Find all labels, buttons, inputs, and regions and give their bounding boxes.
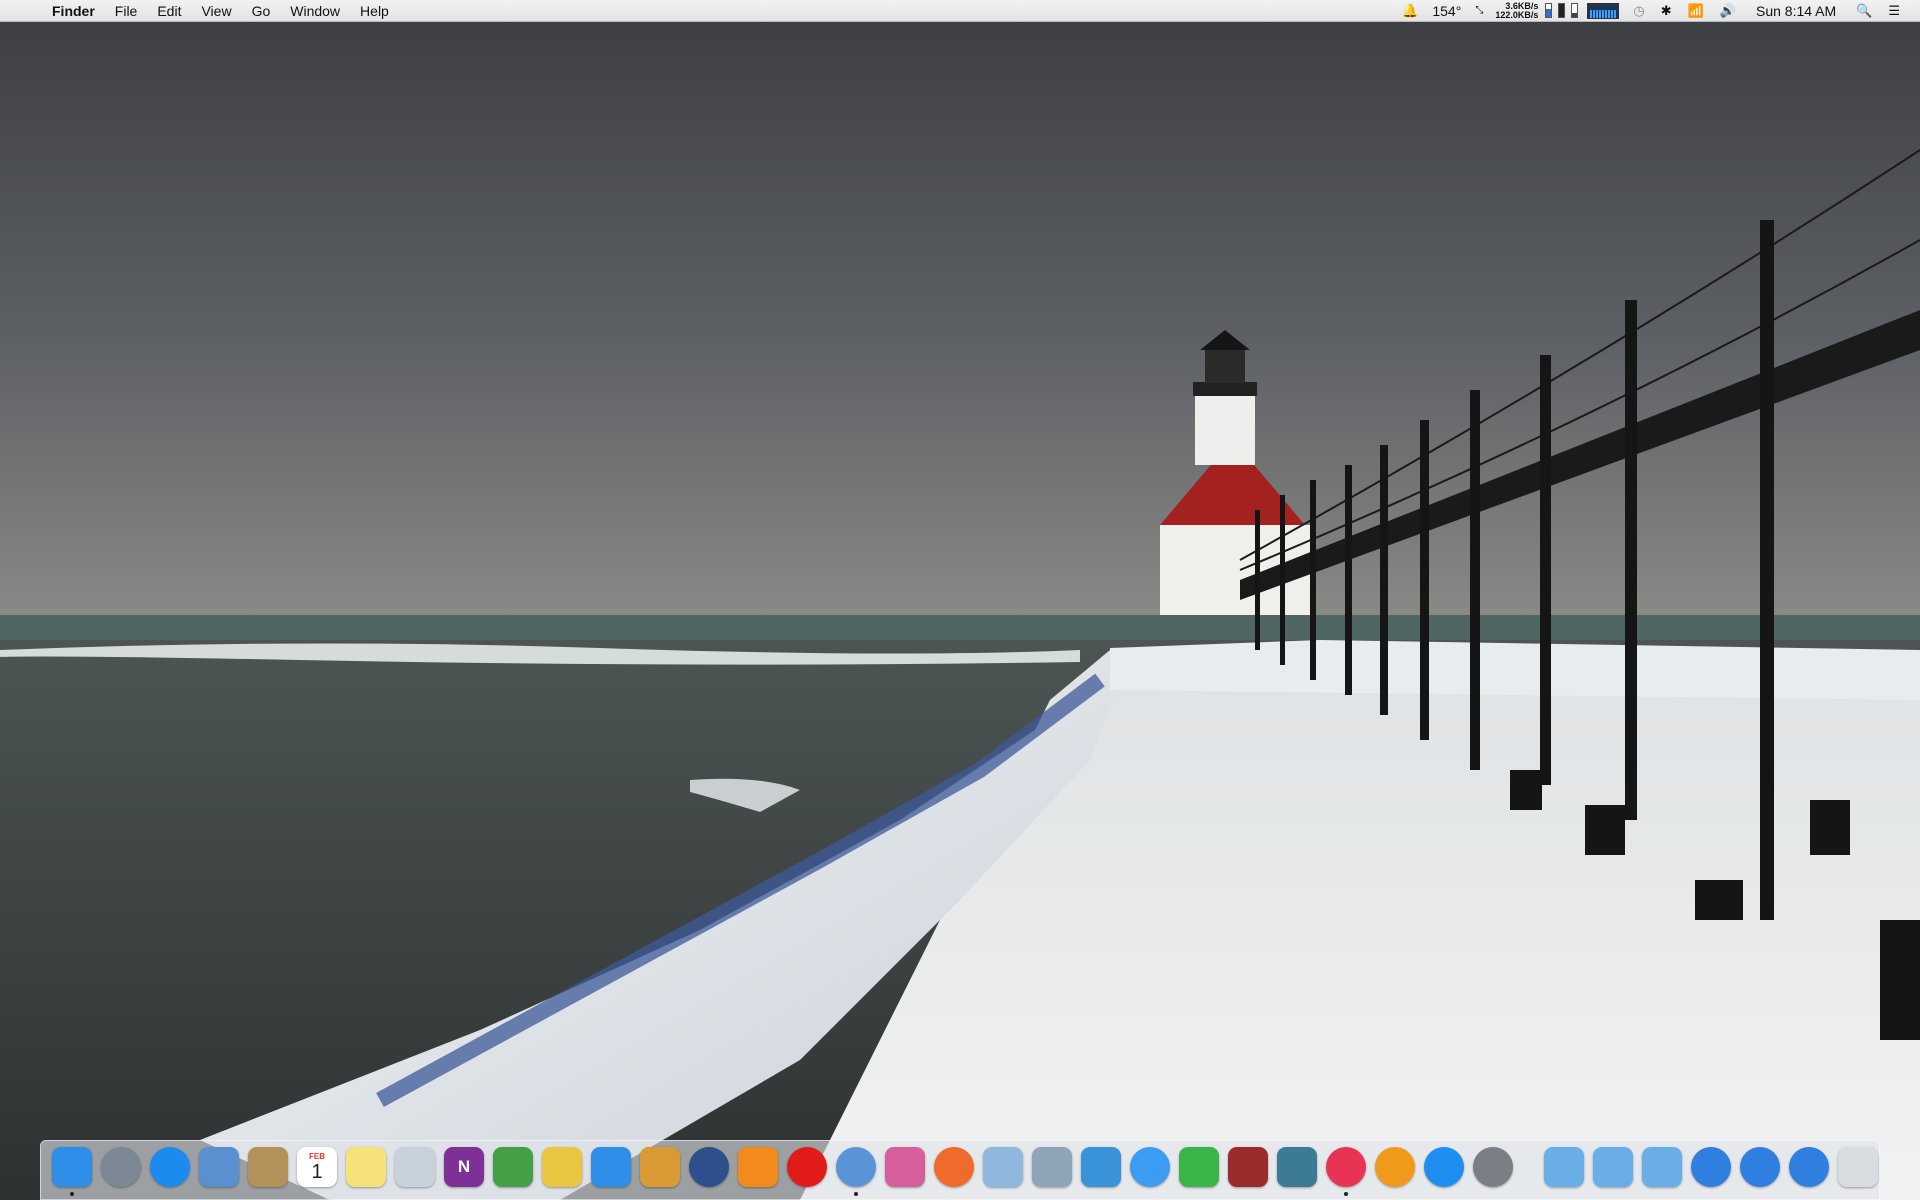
notification-bell-icon[interactable]: 🔔 — [1394, 0, 1426, 22]
dock-image-capture-icon[interactable] — [1032, 1147, 1072, 1187]
dock-onenote-icon[interactable]: N — [444, 1147, 484, 1187]
dock-calendar-icon[interactable]: FEB 1 — [297, 1147, 337, 1187]
dock-safari-icon[interactable] — [150, 1147, 190, 1187]
dock-downloads-icon[interactable] — [591, 1147, 631, 1187]
menu-view[interactable]: View — [191, 0, 241, 22]
menu-bar-left: Finder File Edit View Go Window Help — [0, 0, 399, 22]
temperature-readout[interactable]: 154° — [1426, 3, 1467, 19]
menu-window[interactable]: Window — [280, 0, 350, 22]
notification-center-icon[interactable]: ☰ — [1880, 0, 1908, 22]
menu-edit[interactable]: Edit — [147, 0, 191, 22]
menu-bar: Finder File Edit View Go Window Help 🔔 1… — [0, 0, 1920, 22]
dock-vlc-icon[interactable] — [738, 1147, 778, 1187]
dock-globe-2-icon[interactable] — [1740, 1147, 1780, 1187]
dock-ibooks-icon[interactable] — [1375, 1147, 1415, 1187]
dock-trash-icon[interactable] — [1838, 1147, 1878, 1187]
menu-bar-clock[interactable]: Sun 8:14 AM — [1744, 0, 1848, 22]
dock-itunes-icon[interactable] — [1326, 1147, 1366, 1196]
dock-finder-icon[interactable] — [52, 1147, 92, 1196]
dock-app-store-icon[interactable] — [1424, 1147, 1464, 1187]
running-indicator — [1344, 1192, 1348, 1196]
dock-downloads-folder-icon[interactable] — [1642, 1147, 1682, 1187]
dock-twitter-icon[interactable] — [1081, 1147, 1121, 1187]
dock-iphoto-icon[interactable] — [640, 1147, 680, 1187]
wifi-icon[interactable]: 📶 — [1680, 0, 1712, 22]
time-machine-icon[interactable]: ◷ — [1625, 0, 1652, 22]
running-indicator — [854, 1192, 858, 1196]
dock-notes-icon[interactable] — [346, 1147, 386, 1187]
dock-photo-booth-icon[interactable] — [1228, 1147, 1268, 1187]
app-menu-finder[interactable]: Finder — [38, 0, 105, 22]
bluetooth-icon[interactable]: ✱ — [1653, 0, 1680, 22]
fan-icon[interactable]: ⤡ — [1467, 0, 1491, 22]
dock-pinwheel-icon[interactable] — [885, 1147, 925, 1187]
menu-go[interactable]: Go — [242, 0, 281, 22]
cpu-meter-icon[interactable] — [1545, 3, 1553, 18]
dock-preview-icon[interactable] — [395, 1147, 435, 1187]
dock: FEB 1 N — [40, 1140, 1880, 1200]
activity-graph-icon[interactable] — [1587, 2, 1620, 19]
disk-meter-icon[interactable] — [1571, 3, 1579, 18]
network-download: 122.0KB/s — [1495, 9, 1539, 20]
desktop-wallpaper — [0, 0, 1920, 1200]
dock-orange-app-icon[interactable] — [934, 1147, 974, 1187]
dock-launchpad-icon[interactable] — [101, 1147, 141, 1187]
running-indicator — [70, 1192, 74, 1196]
menu-bar-extras: 🔔 154° ⤡ 3.6KB/s 122.0KB/s ◷ ✱ 📶 🔊 Sun 8… — [1394, 0, 1920, 22]
dock-chrome-app-icon[interactable] — [836, 1147, 876, 1196]
memory-meter-icon[interactable] — [1558, 3, 1566, 18]
dock-mail-icon[interactable] — [199, 1147, 239, 1187]
dock-opera-icon[interactable] — [787, 1147, 827, 1187]
dock-desktop-app-icon[interactable] — [1277, 1147, 1317, 1187]
dock-system-preferences-icon[interactable] — [1473, 1147, 1513, 1187]
dock-stacks — [1539, 1147, 1882, 1193]
dock-icon-glyph: N — [457, 1157, 471, 1176]
dock-contacts-icon[interactable] — [248, 1147, 288, 1187]
spotlight-search-icon[interactable]: 🔍 — [1848, 0, 1880, 22]
network-stats[interactable]: 3.6KB/s 122.0KB/s — [1491, 1, 1542, 20]
dock-stickies-icon[interactable] — [542, 1147, 582, 1187]
menu-help[interactable]: Help — [350, 0, 399, 22]
calendar-day: 1 — [311, 1160, 323, 1183]
dock-compass-icon[interactable] — [689, 1147, 729, 1187]
dock-globe-3-icon[interactable] — [1789, 1147, 1829, 1187]
dock-documents-folder-icon[interactable] — [1593, 1147, 1633, 1187]
dock-apps: FEB 1 N — [47, 1147, 1517, 1196]
dock-tube-icon[interactable] — [983, 1147, 1023, 1187]
dock-applications-folder-icon[interactable] — [1544, 1147, 1584, 1187]
dock-facetime-icon[interactable] — [1179, 1147, 1219, 1187]
dock-globe-1-icon[interactable] — [1691, 1147, 1731, 1187]
dock-evernote-icon[interactable] — [493, 1147, 533, 1187]
volume-icon[interactable]: 🔊 — [1712, 0, 1744, 22]
menu-file[interactable]: File — [105, 0, 148, 22]
calendar-month: FEB — [309, 1151, 325, 1161]
dock-messages-icon[interactable] — [1130, 1147, 1170, 1187]
